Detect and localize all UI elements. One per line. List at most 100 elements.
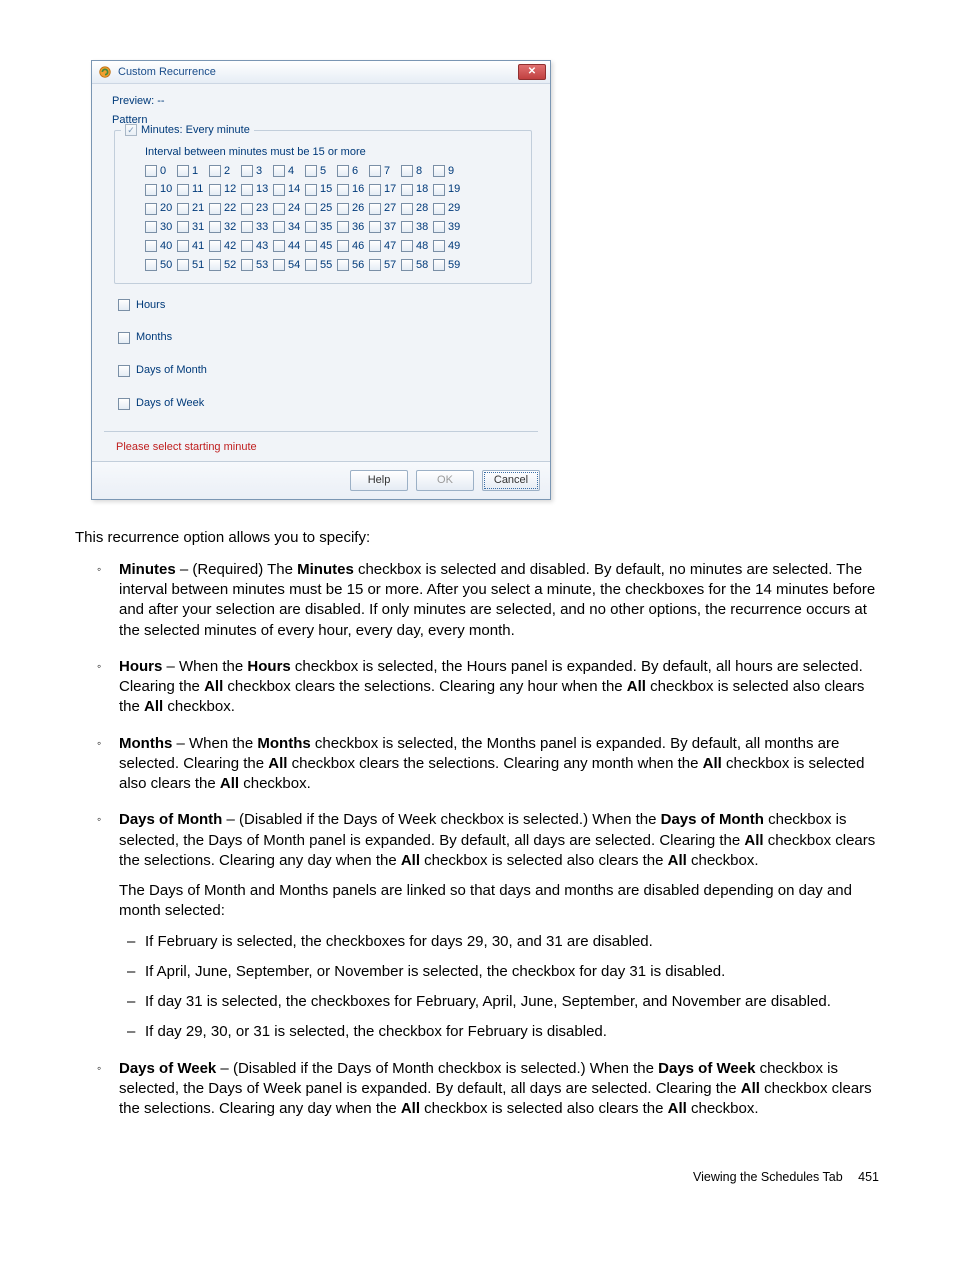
minute-cell[interactable]: 5 [305, 164, 334, 179]
minute-cell[interactable]: 35 [305, 220, 334, 235]
minute-cell[interactable]: 4 [273, 164, 302, 179]
minute-checkbox[interactable] [433, 240, 445, 252]
minute-cell[interactable]: 27 [369, 201, 398, 216]
minute-cell[interactable]: 9 [433, 164, 462, 179]
hours-checkbox[interactable] [118, 299, 130, 311]
minute-checkbox[interactable] [337, 221, 349, 233]
minute-cell[interactable]: 34 [273, 220, 302, 235]
hours-section[interactable]: Hours [114, 292, 532, 319]
minute-checkbox[interactable] [305, 259, 317, 271]
minute-cell[interactable]: 10 [145, 182, 174, 197]
minute-cell[interactable]: 20 [145, 201, 174, 216]
minute-cell[interactable]: 36 [337, 220, 366, 235]
minute-checkbox[interactable] [177, 259, 189, 271]
minute-cell[interactable]: 37 [369, 220, 398, 235]
minute-checkbox[interactable] [145, 184, 157, 196]
minute-checkbox[interactable] [273, 184, 285, 196]
days-of-month-section[interactable]: Days of Month [114, 357, 532, 384]
minute-cell[interactable]: 21 [177, 201, 206, 216]
minute-cell[interactable]: 30 [145, 220, 174, 235]
minute-cell[interactable]: 3 [241, 164, 270, 179]
minute-cell[interactable]: 49 [433, 239, 462, 254]
minute-cell[interactable]: 28 [401, 201, 430, 216]
minute-checkbox[interactable] [337, 240, 349, 252]
minute-cell[interactable]: 14 [273, 182, 302, 197]
minute-cell[interactable]: 47 [369, 239, 398, 254]
minute-cell[interactable]: 19 [433, 182, 462, 197]
minute-checkbox[interactable] [369, 184, 381, 196]
minute-checkbox[interactable] [369, 165, 381, 177]
minute-checkbox[interactable] [369, 221, 381, 233]
minute-checkbox[interactable] [433, 165, 445, 177]
minute-checkbox[interactable] [273, 259, 285, 271]
minute-checkbox[interactable] [273, 221, 285, 233]
minute-checkbox[interactable] [209, 203, 221, 215]
minute-checkbox[interactable] [433, 203, 445, 215]
minute-checkbox[interactable] [401, 221, 413, 233]
minute-cell[interactable]: 50 [145, 258, 174, 273]
minute-cell[interactable]: 38 [401, 220, 430, 235]
months-section[interactable]: Months [114, 324, 532, 351]
minute-cell[interactable]: 15 [305, 182, 334, 197]
minute-checkbox[interactable] [241, 240, 253, 252]
minute-cell[interactable]: 13 [241, 182, 270, 197]
minute-cell[interactable]: 22 [209, 201, 238, 216]
minute-cell[interactable]: 56 [337, 258, 366, 273]
minute-checkbox[interactable] [305, 184, 317, 196]
minute-cell[interactable]: 51 [177, 258, 206, 273]
ok-button[interactable]: OK [416, 470, 474, 491]
minute-cell[interactable]: 23 [241, 201, 270, 216]
minute-cell[interactable]: 8 [401, 164, 430, 179]
minute-checkbox[interactable] [209, 184, 221, 196]
minute-cell[interactable]: 31 [177, 220, 206, 235]
minute-cell[interactable]: 52 [209, 258, 238, 273]
minute-checkbox[interactable] [337, 165, 349, 177]
minute-cell[interactable]: 0 [145, 164, 174, 179]
minute-cell[interactable]: 7 [369, 164, 398, 179]
minute-cell[interactable]: 48 [401, 239, 430, 254]
minute-checkbox[interactable] [401, 165, 413, 177]
minute-cell[interactable]: 54 [273, 258, 302, 273]
minute-cell[interactable]: 11 [177, 182, 206, 197]
minute-checkbox[interactable] [241, 184, 253, 196]
minute-cell[interactable]: 43 [241, 239, 270, 254]
minute-checkbox[interactable] [241, 203, 253, 215]
minute-checkbox[interactable] [337, 184, 349, 196]
minute-cell[interactable]: 25 [305, 201, 334, 216]
minute-cell[interactable]: 40 [145, 239, 174, 254]
minute-checkbox[interactable] [145, 240, 157, 252]
minute-checkbox[interactable] [145, 203, 157, 215]
minute-cell[interactable]: 17 [369, 182, 398, 197]
minute-checkbox[interactable] [305, 203, 317, 215]
minute-checkbox[interactable] [433, 221, 445, 233]
minute-checkbox[interactable] [209, 240, 221, 252]
minute-cell[interactable]: 59 [433, 258, 462, 273]
minute-checkbox[interactable] [177, 240, 189, 252]
minute-checkbox[interactable] [401, 203, 413, 215]
minute-cell[interactable]: 18 [401, 182, 430, 197]
minute-cell[interactable]: 55 [305, 258, 334, 273]
minute-checkbox[interactable] [273, 240, 285, 252]
minute-cell[interactable]: 44 [273, 239, 302, 254]
minute-checkbox[interactable] [305, 240, 317, 252]
minute-checkbox[interactable] [273, 203, 285, 215]
minute-checkbox[interactable] [241, 259, 253, 271]
minute-checkbox[interactable] [177, 184, 189, 196]
days-of-month-checkbox[interactable] [118, 365, 130, 377]
minute-checkbox[interactable] [145, 259, 157, 271]
minute-checkbox[interactable] [337, 259, 349, 271]
minute-cell[interactable]: 45 [305, 239, 334, 254]
minute-checkbox[interactable] [369, 259, 381, 271]
close-button[interactable]: ✕ [518, 64, 546, 80]
days-of-week-checkbox[interactable] [118, 398, 130, 410]
minute-cell[interactable]: 2 [209, 164, 238, 179]
minute-cell[interactable]: 12 [209, 182, 238, 197]
minute-cell[interactable]: 6 [337, 164, 366, 179]
minute-cell[interactable]: 46 [337, 239, 366, 254]
minute-cell[interactable]: 32 [209, 220, 238, 235]
minute-checkbox[interactable] [241, 221, 253, 233]
minute-cell[interactable]: 57 [369, 258, 398, 273]
minute-checkbox[interactable] [305, 165, 317, 177]
minute-checkbox[interactable] [337, 203, 349, 215]
minute-checkbox[interactable] [433, 259, 445, 271]
